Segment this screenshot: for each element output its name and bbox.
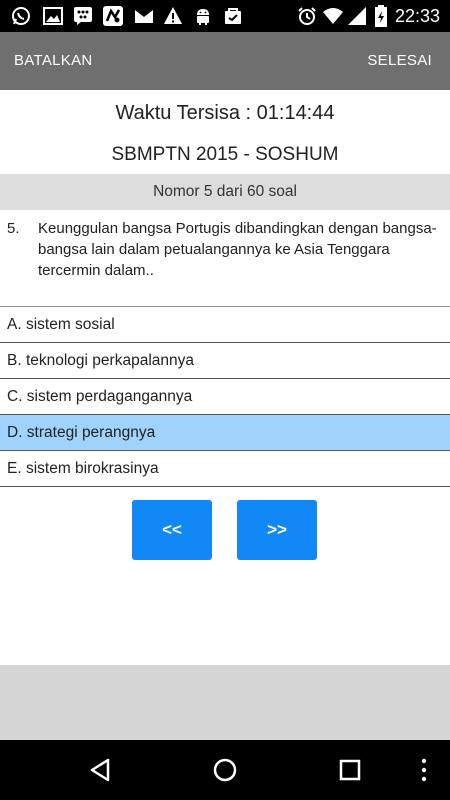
action-bar: BATALKAN SELESAI — [0, 32, 450, 90]
question: 5. Keunggulan bangsa Portugis dibandingk… — [0, 218, 450, 306]
question-counter: Nomor 5 dari 60 soal — [0, 174, 450, 210]
next-question-button[interactable]: >> — [237, 500, 317, 560]
mail-icon — [133, 5, 155, 27]
option-b[interactable]: B. teknologi perkapalannya — [0, 343, 450, 379]
clock-time: 22:33 — [394, 6, 440, 26]
signal-icon — [346, 5, 368, 27]
question-number: 5. — [7, 220, 20, 237]
system-navigation-bar — [0, 740, 450, 800]
recents-icon[interactable] — [336, 756, 364, 784]
exam-title: SBMPTN 2015 - SOSHUM — [111, 144, 339, 165]
previous-question-button[interactable]: << — [132, 500, 212, 560]
option-e[interactable]: E. sistem birokrasinya — [0, 451, 450, 487]
home-icon[interactable] — [211, 756, 239, 784]
question-text: Keunggulan bangsa Portugis dibandingkan … — [38, 220, 437, 279]
warning-icon — [162, 5, 184, 27]
image-icon — [42, 5, 64, 27]
wifi-icon — [322, 5, 344, 27]
alarm-icon — [296, 5, 318, 27]
game-icon — [102, 5, 124, 27]
bag-icon — [222, 5, 244, 27]
cancel-button[interactable]: BATALKAN — [14, 32, 93, 90]
android-icon — [192, 5, 214, 27]
finish-button[interactable]: SELESAI — [367, 32, 432, 90]
option-a[interactable]: A. sistem sosial — [0, 307, 450, 343]
status-bar: 22:33 — [0, 0, 450, 32]
whatsapp-icon — [10, 5, 32, 27]
option-c[interactable]: C. sistem perdagangannya — [0, 379, 450, 415]
remaining-time: Waktu Tersisa : 01:14:44 — [115, 102, 335, 124]
bbm-icon — [72, 5, 94, 27]
footer-area — [0, 665, 450, 740]
option-d[interactable]: D. strategi perangnya — [0, 415, 450, 451]
menu-icon[interactable] — [412, 756, 436, 784]
back-icon[interactable] — [86, 756, 114, 784]
battery-icon — [370, 5, 392, 27]
